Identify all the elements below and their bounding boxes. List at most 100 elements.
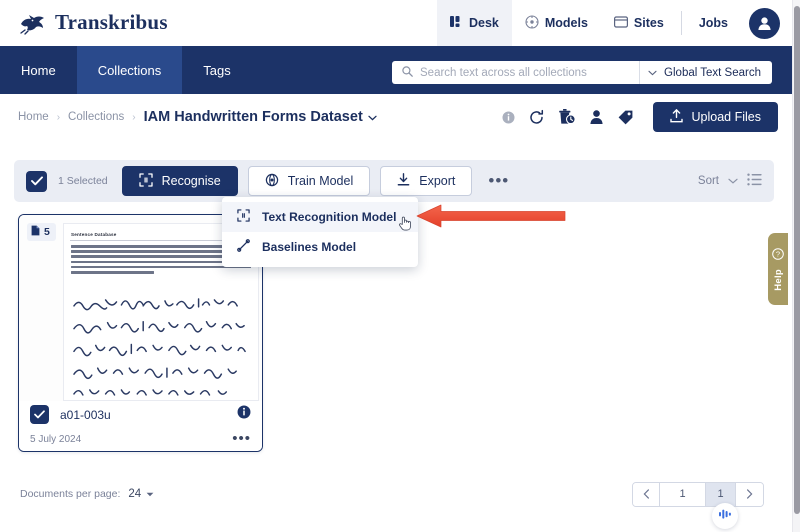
top-nav-label-models: Models xyxy=(544,16,588,30)
top-nav-item-jobs[interactable]: Jobs xyxy=(686,0,741,46)
breadcrumb-collections[interactable]: Collections xyxy=(68,111,124,123)
nav-item-home[interactable]: Home xyxy=(0,46,77,94)
history-refresh-icon[interactable] xyxy=(528,109,545,126)
top-navigation: Desk Models Sites Jobs xyxy=(436,0,780,46)
train-model-dropdown-menu: Text Recognition Model Baselines Model xyxy=(222,197,418,267)
breadcrumb-separator-2: › xyxy=(132,111,136,123)
pagination-prev-button[interactable] xyxy=(633,482,660,506)
export-label: Export xyxy=(419,174,456,188)
chevron-down-icon xyxy=(648,67,657,79)
user-icon[interactable] xyxy=(589,109,604,125)
pagination-current-page[interactable]: 1 xyxy=(706,482,736,506)
upload-icon xyxy=(669,108,683,126)
global-search-bar: Global Text Search xyxy=(392,61,772,84)
top-nav-item-desk[interactable]: Desk xyxy=(436,0,512,46)
top-bar: Transkribus Desk Models Sites Jobs xyxy=(0,0,792,46)
header-action-icons: Upload Files xyxy=(502,102,778,132)
footer-bar: Documents per page: 24 1 1 xyxy=(0,480,792,508)
search-icon xyxy=(402,64,413,82)
selection-toolbar: 1 Selected Recognise Train Model Export … xyxy=(14,160,774,202)
upload-files-label: Upload Files xyxy=(691,110,761,124)
breadcrumb-row: Home › Collections › IAM Handwritten For… xyxy=(0,94,792,140)
search-mode-selector[interactable]: Global Text Search xyxy=(640,61,772,84)
recognise-frame-icon xyxy=(138,172,153,190)
baseline-diagonal-icon xyxy=(237,239,250,255)
models-icon xyxy=(525,14,539,32)
page-scrollbar[interactable] xyxy=(792,0,800,532)
trash-history-icon[interactable] xyxy=(558,108,576,126)
checkmark-icon xyxy=(30,176,43,186)
pagination-page-input[interactable]: 1 xyxy=(660,482,706,506)
export-button[interactable]: Export xyxy=(380,166,473,196)
recognise-label: Recognise xyxy=(161,174,221,188)
train-model-icon xyxy=(265,173,279,190)
top-nav-label-desk: Desk xyxy=(468,16,499,30)
chevron-down-icon[interactable] xyxy=(728,175,738,187)
brand-logo-area[interactable]: Transkribus xyxy=(18,10,168,35)
sheet-title: Sentence Database xyxy=(71,232,117,237)
info-icon[interactable] xyxy=(237,405,251,424)
chevron-left-icon xyxy=(643,489,649,499)
nav-item-tags[interactable]: Tags xyxy=(182,46,251,94)
document-title: a01-003u xyxy=(60,407,111,422)
red-left-arrow-icon xyxy=(415,203,567,234)
breadcrumb: Home › Collections › IAM Handwritten For… xyxy=(18,109,377,125)
help-tab[interactable]: ? Help xyxy=(768,233,788,305)
desk-icon xyxy=(449,15,463,31)
chat-widget-button[interactable] xyxy=(712,503,738,529)
menu-item-label-baselines: Baselines Model xyxy=(262,240,357,254)
chevron-down-icon xyxy=(368,109,377,125)
search-mode-label: Global Text Search xyxy=(664,66,761,79)
selected-count-label: 1 Selected xyxy=(58,175,108,187)
document-card-title-row: a01-003u xyxy=(19,401,262,428)
sort-label: Sort xyxy=(697,175,719,187)
download-icon xyxy=(397,172,410,190)
page-title[interactable]: IAM Handwritten Forms Dataset xyxy=(144,109,377,125)
document-select-checkbox[interactable] xyxy=(30,405,49,424)
top-nav-item-sites[interactable]: Sites xyxy=(601,0,677,46)
menu-item-baselines-model[interactable]: Baselines Model xyxy=(222,232,418,262)
info-icon[interactable] xyxy=(502,111,515,124)
per-page-value: 24 xyxy=(128,488,142,500)
checkmark-icon xyxy=(34,410,45,419)
document-card-footer: a01-003u 5 July 2024 ••• xyxy=(19,401,262,451)
menu-item-text-recognition-model[interactable]: Text Recognition Model xyxy=(222,202,418,232)
list-view-icon[interactable] xyxy=(747,173,762,189)
sites-icon xyxy=(613,15,628,31)
top-nav-item-models[interactable]: Models xyxy=(512,0,601,46)
chevron-right-icon xyxy=(747,489,753,499)
select-all-checkbox[interactable] xyxy=(26,170,47,192)
train-model-label: Train Model xyxy=(287,174,354,188)
pagination: 1 1 xyxy=(632,481,764,507)
search-input[interactable] xyxy=(420,66,640,79)
nav-item-collections[interactable]: Collections xyxy=(76,46,183,94)
top-nav-label-sites: Sites xyxy=(633,16,664,30)
menu-item-label-text-recognition: Text Recognition Model xyxy=(262,210,397,224)
recognise-button[interactable]: Recognise xyxy=(121,166,238,196)
page-title-text: IAM Handwritten Forms Dataset xyxy=(143,109,363,125)
pages-icon xyxy=(31,225,40,239)
svg-text:?: ? xyxy=(776,250,780,259)
brand-name: Transkribus xyxy=(55,10,168,34)
page-count-badge: 5 xyxy=(27,223,56,241)
sheet-handwriting xyxy=(70,296,252,399)
toolbar-more-button[interactable]: ••• xyxy=(482,172,515,189)
breadcrumb-home[interactable]: Home xyxy=(18,111,49,123)
tag-icon[interactable] xyxy=(617,109,634,126)
scrollbar-thumb[interactable] xyxy=(794,6,800,514)
help-tab-label: Help xyxy=(772,269,784,291)
per-page-selector[interactable]: 24 xyxy=(128,488,154,500)
search-field[interactable] xyxy=(392,61,641,84)
upload-files-button[interactable]: Upload Files xyxy=(652,102,778,132)
sort-controls: Sort xyxy=(698,173,762,189)
train-model-button[interactable]: Train Model xyxy=(247,166,371,196)
document-card-meta-row: 5 July 2024 ••• xyxy=(19,428,262,450)
documents-per-page: Documents per page: 24 xyxy=(20,488,154,500)
pegasus-logo-icon xyxy=(18,11,48,35)
caret-down-icon xyxy=(146,488,154,500)
user-avatar-icon[interactable] xyxy=(749,7,780,39)
pagination-next-button[interactable] xyxy=(736,482,763,506)
recognise-frame-icon xyxy=(237,209,250,225)
more-dots-icon[interactable]: ••• xyxy=(232,431,251,446)
app-root: Transkribus Desk Models Sites Jobs Home … xyxy=(0,0,800,532)
